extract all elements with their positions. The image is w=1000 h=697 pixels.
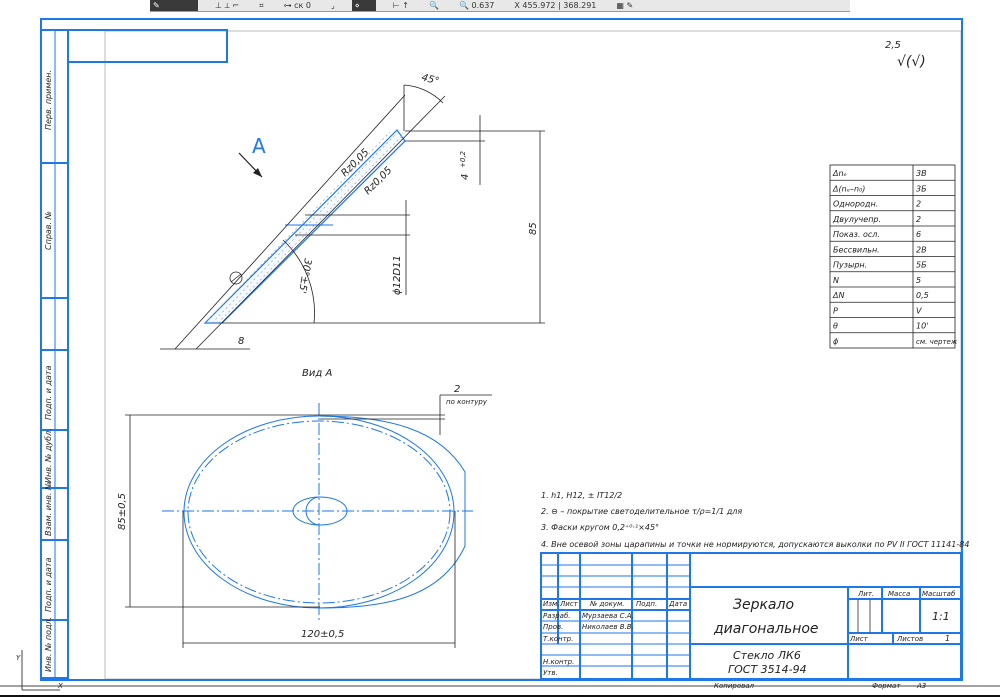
col-date: Дата — [668, 600, 687, 608]
param-name: Показ. осл. — [833, 230, 880, 239]
material-line1: Стекло ЛК6 — [733, 649, 801, 662]
col-doc-no: № докум. — [589, 600, 625, 608]
param-value: 2 — [916, 200, 921, 209]
param-name: Бессвильн. — [833, 245, 880, 254]
param-value: 5 — [916, 276, 921, 285]
param-name: Двулучепр. — [832, 215, 881, 224]
roughness-symbol: √(√) — [897, 54, 926, 70]
param-value: V — [916, 306, 922, 315]
note-2: 2. ⊖ – покрытие светоделительное τ/ρ=1/1… — [541, 507, 742, 516]
roughness-value: 2,5 — [885, 40, 901, 51]
param-name: N — [833, 276, 839, 285]
part-title-line1: Зеркало — [733, 597, 794, 613]
param-name: Δnₑ — [832, 169, 847, 178]
param-name: Пузырн. — [833, 261, 867, 270]
param-name: θ — [833, 322, 838, 331]
col-change: Изм. — [543, 600, 559, 608]
role-norm-control: Н.контр. — [543, 658, 574, 666]
material-line2: ГОСТ 3514-94 — [728, 663, 807, 676]
col-sign: Подп. — [636, 600, 657, 608]
param-name: P — [833, 306, 838, 315]
mirror-section — [203, 129, 406, 324]
param-value: 2 — [916, 215, 921, 224]
role-approved: Утв. — [543, 669, 558, 677]
role-tech-control: Т.контр. — [543, 635, 573, 643]
title-block: Изм. Лист № докум. Подп. Дата Разраб. Пр… — [540, 552, 962, 690]
param-value: 3В — [916, 169, 927, 178]
stamp-orig-inv: Инв. № подл. — [44, 617, 53, 672]
stamp-sign-date: Подп. и дата — [44, 365, 53, 420]
sheet-label: Лист — [849, 635, 869, 643]
thickness-label: 4 — [460, 174, 471, 180]
note-4: 4. Вне осевой зоны царапины и точки не н… — [541, 540, 969, 549]
param-value: 0,5 — [916, 291, 929, 300]
roughness-mark: 2,5 √(√) — [885, 40, 926, 70]
technical-notes: 1. h1, H12, ± IT12/2 2. ⊖ – покрытие све… — [541, 491, 969, 549]
angle-45-label: 45° — [420, 72, 440, 87]
param-value: 10' — [916, 322, 928, 331]
lit-label: Лит. — [857, 590, 874, 598]
height-85-label: 85 — [528, 222, 539, 235]
copied-label: Копировал — [714, 682, 755, 690]
drawing-canvas[interactable]: Перв. примен. Справ. № Подп. и дата Инв.… — [0, 0, 1000, 697]
offset-8-label: 8 — [238, 336, 244, 347]
view-width-label: 120±0,5 — [301, 629, 344, 640]
checker-name: Николаев В.В. — [582, 623, 634, 631]
format-value: А3 — [916, 682, 926, 690]
role-developer: Разраб. — [543, 612, 571, 620]
param-name: ϕ — [833, 337, 839, 346]
stamp-dup-inv: Инв. № дубл. — [44, 428, 53, 483]
stamp-replace-inv: Взам. инв. № — [44, 482, 53, 536]
svg-text:Y: Y — [16, 654, 21, 662]
section-view: A 45° 4 +0,2 Rz0,05 Rz0,05 85 ϕ12D11 30°… — [160, 72, 545, 350]
angle-30-label: 30°±5' — [296, 257, 313, 294]
svg-text:X: X — [57, 682, 63, 690]
note-1: 1. h1, H12, ± IT12/2 — [541, 491, 622, 500]
param-value: 6 — [916, 230, 921, 239]
side-stamp-column: Перв. примен. Справ. № Подп. и дата Инв.… — [40, 29, 69, 679]
note-3: 3. Фаски кругом 0,2⁺⁰·¹×45° — [541, 523, 659, 532]
parameters-table: Δnₑ 3В Δ(nₑ–n₀) 3Б Однородн. 2 Двулучепр. 2 Пока… — [829, 164, 958, 349]
stamp-reference-no: Справ. № — [44, 211, 53, 250]
view-height-label: 85±0,5 — [117, 493, 128, 530]
view-a-title: Вид А — [302, 368, 332, 379]
param-name: Однородн. — [833, 200, 878, 209]
hole-diameter-label: ϕ12D11 — [392, 255, 403, 295]
coating-thickness: 2 — [454, 384, 460, 395]
scale-value: 1:1 — [932, 610, 950, 623]
view-letter: A — [252, 134, 266, 158]
origin-axes-icon: YX — [16, 650, 63, 691]
scale-label: Масштаб — [922, 590, 956, 598]
param-value: 3Б — [916, 184, 927, 193]
sheets-count: 1 — [945, 634, 950, 643]
mass-label: Масса — [888, 590, 910, 598]
drawing-frame — [40, 18, 963, 681]
stamp-sign-date-2: Подп. и дата — [44, 557, 53, 612]
view-a: Вид А 2 по контуру 85±0,5 120±0,5 — [117, 368, 492, 648]
param-value: 2В — [916, 245, 927, 254]
sheet-border — [104, 30, 962, 680]
param-name: Δ(nₑ–n₀) — [832, 184, 865, 193]
format-label: Формат — [872, 682, 901, 690]
col-sheet: Лист — [559, 600, 579, 608]
stamp-first-use: Перв. примен. — [44, 70, 53, 130]
sheets-label: Листов — [896, 635, 923, 643]
param-name: ΔN — [832, 291, 844, 300]
top-left-box — [67, 29, 228, 63]
developer-name: Мурзаева С.А. — [582, 612, 634, 620]
param-value: см. чертеж — [916, 338, 958, 346]
thickness-tolerance: +0,2 — [459, 150, 467, 168]
param-value: 5Б — [916, 261, 927, 270]
part-title-line2: диагональное — [713, 621, 819, 637]
coating-note: по контуру — [446, 398, 488, 406]
role-checker: Пров. — [543, 623, 563, 631]
